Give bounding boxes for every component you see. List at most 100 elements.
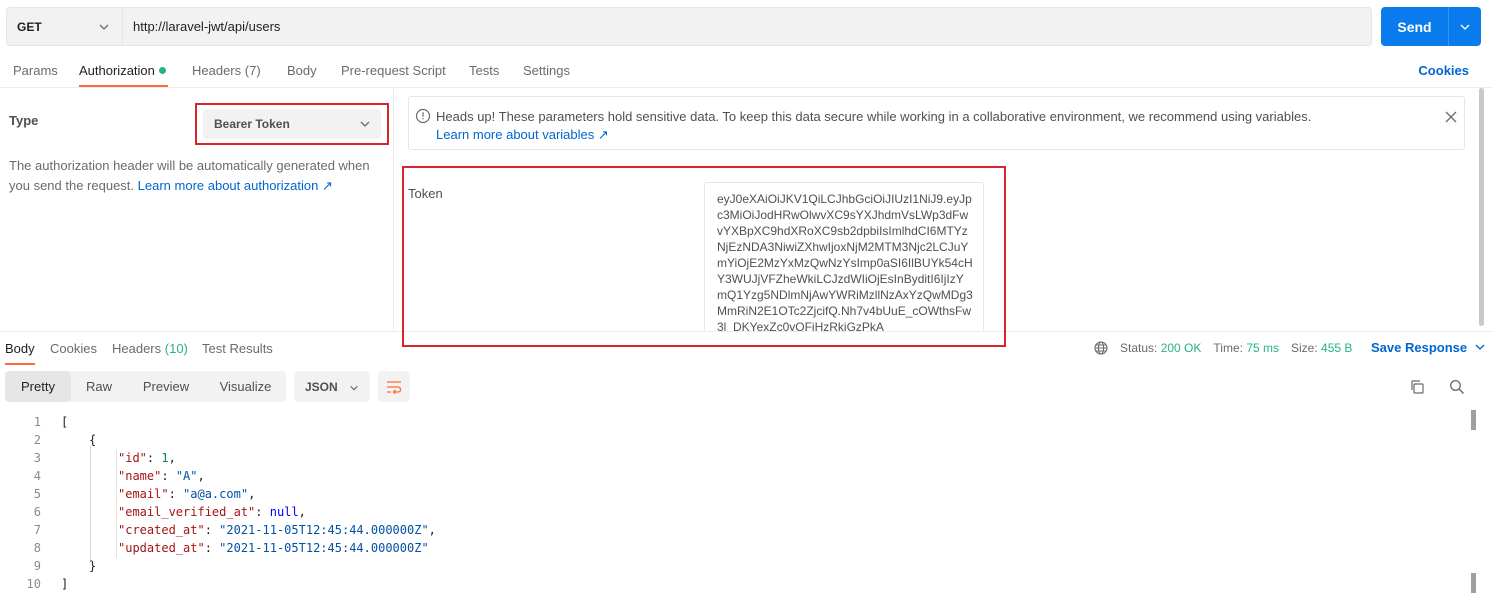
notice-text: Heads up! These parameters hold sensitiv… bbox=[436, 108, 1311, 144]
info-icon bbox=[415, 108, 431, 124]
request-url-bar: GET http://laravel-jwt/api/users bbox=[6, 7, 1372, 46]
save-response-button[interactable]: Save Response bbox=[1371, 340, 1486, 355]
close-icon[interactable] bbox=[1444, 110, 1458, 124]
tab-tests[interactable]: Tests bbox=[469, 63, 499, 78]
url-input[interactable]: http://laravel-jwt/api/users bbox=[123, 8, 1371, 45]
wrap-lines-icon bbox=[387, 380, 402, 394]
method-label: GET bbox=[17, 19, 42, 34]
view-pretty-button[interactable]: Pretty bbox=[5, 371, 71, 402]
send-options-button[interactable] bbox=[1448, 7, 1481, 46]
view-preview-button[interactable]: Preview bbox=[127, 371, 205, 402]
code-text: { bbox=[89, 433, 97, 447]
learn-more-variables-link[interactable]: Learn more about variables ↗ bbox=[436, 127, 609, 142]
cookies-link[interactable]: Cookies bbox=[1418, 63, 1469, 78]
line-number: 2 bbox=[33, 433, 41, 447]
view-mode-group: Pretty Raw Preview Visualize bbox=[5, 371, 286, 402]
format-select[interactable]: JSON bbox=[294, 371, 370, 402]
json-value: "a@a.com" bbox=[183, 487, 249, 501]
active-tab-indicator bbox=[79, 85, 168, 87]
auth-description: The authorization header will be automat… bbox=[9, 156, 381, 196]
tab-params[interactable]: Params bbox=[13, 63, 58, 78]
response-tab-body[interactable]: Body bbox=[5, 341, 35, 356]
globe-icon[interactable] bbox=[1094, 341, 1108, 355]
format-value: JSON bbox=[305, 379, 338, 394]
tab-settings[interactable]: Settings bbox=[523, 63, 570, 78]
tab-authorization-label: Authorization bbox=[79, 63, 155, 78]
response-tabs: Body Cookies Headers (10) Test Results S… bbox=[0, 331, 1493, 365]
line-number: 10 bbox=[26, 577, 41, 591]
send-button-group: Send bbox=[1381, 7, 1481, 46]
response-tab-headers[interactable]: Headers (10) bbox=[112, 341, 188, 356]
time-value: 75 ms bbox=[1246, 341, 1279, 355]
json-key: "created_at" bbox=[118, 523, 205, 537]
json-value: "2021-11-05T12:45:44.000000Z" bbox=[219, 541, 429, 555]
scrollbar[interactable] bbox=[1479, 88, 1484, 326]
json-key: "id" bbox=[118, 451, 147, 465]
headers-count: (7) bbox=[244, 63, 261, 78]
json-key: "updated_at" bbox=[118, 541, 205, 555]
tab-authorization[interactable]: Authorization bbox=[79, 63, 166, 78]
response-headers-count: (10) bbox=[164, 341, 188, 356]
notice-message: Heads up! These parameters hold sensitiv… bbox=[436, 109, 1312, 124]
response-headers-label: Headers bbox=[112, 341, 162, 356]
chevron-down-icon bbox=[1460, 24, 1470, 30]
chevron-down-icon bbox=[350, 385, 358, 391]
chevron-down-icon bbox=[1475, 344, 1485, 350]
method-select[interactable]: GET bbox=[7, 8, 123, 45]
token-label: Token bbox=[408, 186, 443, 201]
response-meta: Status: 200 OK Time: 75 ms Size: 455 B bbox=[1094, 341, 1352, 355]
line-number: 3 bbox=[33, 451, 41, 465]
auth-type-panel: Type Bearer Token The authorization head… bbox=[0, 88, 394, 332]
line-number: 8 bbox=[33, 541, 41, 555]
json-value: "2021-11-05T12:45:44.000000Z" bbox=[219, 523, 429, 537]
sensitive-data-notice: Heads up! These parameters hold sensitiv… bbox=[408, 96, 1465, 150]
code-text: } bbox=[89, 559, 97, 573]
code-text: [ bbox=[61, 415, 69, 429]
auth-type-select[interactable]: Bearer Token bbox=[203, 109, 381, 139]
chevron-down-icon bbox=[99, 24, 109, 30]
indent-guide bbox=[90, 446, 91, 562]
json-key: "name" bbox=[118, 469, 162, 483]
line-number: 1 bbox=[33, 415, 41, 429]
json-key: "email_verified_at" bbox=[118, 505, 256, 519]
json-key: "email" bbox=[118, 487, 169, 501]
token-input[interactable]: eyJ0eXAiOiJKV1QiLCJhbGciOiJIUzI1NiJ9.eyJ… bbox=[704, 182, 984, 332]
size-label: Size: bbox=[1291, 341, 1318, 355]
send-button[interactable]: Send bbox=[1381, 7, 1448, 46]
active-tab-indicator bbox=[5, 363, 35, 365]
type-label: Type bbox=[9, 113, 39, 128]
json-value: null bbox=[269, 505, 299, 519]
view-visualize-button[interactable]: Visualize bbox=[205, 371, 286, 402]
learn-more-authorization-link[interactable]: Learn more about authorization ↗ bbox=[138, 178, 333, 193]
chevron-down-icon bbox=[360, 121, 370, 127]
code-text: ] bbox=[61, 577, 69, 591]
view-raw-button[interactable]: Raw bbox=[71, 371, 127, 402]
json-value: "A" bbox=[175, 469, 198, 483]
line-number: 7 bbox=[33, 523, 41, 537]
line-number: 9 bbox=[33, 559, 41, 573]
response-tab-cookies[interactable]: Cookies bbox=[50, 341, 97, 356]
response-tab-test-results[interactable]: Test Results bbox=[202, 341, 273, 356]
wrap-lines-button[interactable] bbox=[378, 371, 410, 402]
indent-guide bbox=[116, 450, 117, 558]
save-response-label: Save Response bbox=[1371, 340, 1468, 355]
status-label: Status: bbox=[1120, 341, 1158, 355]
scrollbar-thumb[interactable] bbox=[1471, 410, 1476, 430]
search-icon[interactable] bbox=[1449, 379, 1465, 395]
size-value: 455 B bbox=[1321, 341, 1353, 355]
line-number: 4 bbox=[33, 469, 41, 483]
token-value: eyJ0eXAiOiJKV1QiLCJhbGciOiJIUzI1NiJ9.eyJ… bbox=[717, 192, 973, 332]
request-tabs: Params Authorization Headers (7) Body Pr… bbox=[0, 52, 1493, 88]
auth-type-value: Bearer Token bbox=[214, 117, 290, 131]
tab-body[interactable]: Body bbox=[287, 63, 317, 78]
scrollbar-thumb[interactable] bbox=[1471, 573, 1476, 593]
active-dot-icon bbox=[158, 67, 166, 74]
line-number: 6 bbox=[33, 505, 41, 519]
time-label: Time: bbox=[1213, 341, 1243, 355]
tab-headers[interactable]: Headers (7) bbox=[192, 63, 261, 78]
copy-icon[interactable] bbox=[1409, 379, 1425, 395]
tab-pre-request-script[interactable]: Pre-request Script bbox=[341, 63, 446, 78]
line-number: 5 bbox=[33, 487, 41, 501]
json-value: 1 bbox=[161, 451, 169, 465]
tab-headers-label: Headers bbox=[192, 63, 242, 78]
